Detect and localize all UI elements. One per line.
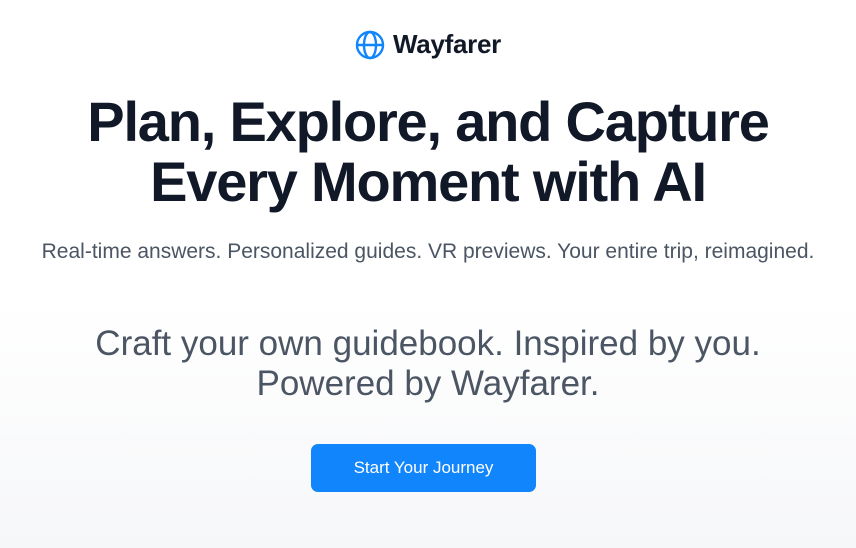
- brand-name: Wayfarer: [393, 29, 501, 59]
- tagline-line-2: Powered by Wayfarer.: [256, 364, 600, 403]
- headline-line-2: Every Moment with AI: [150, 150, 707, 213]
- hero-tagline: Craft your own guidebook. Inspired by yo…: [30, 324, 826, 404]
- brand-header: Wayfarer: [0, 29, 856, 60]
- hero-subheadline: Real-time answers. Personalized guides. …: [41, 240, 815, 263]
- headline-line-1: Plan, Explore, and Capture: [87, 90, 770, 153]
- globe-icon: [355, 30, 385, 60]
- hero-headline: Plan, Explore, and Capture Every Moment …: [0, 92, 856, 212]
- start-journey-button[interactable]: Start Your Journey: [311, 444, 536, 492]
- tagline-line-1: Craft your own guidebook. Inspired by yo…: [95, 324, 761, 363]
